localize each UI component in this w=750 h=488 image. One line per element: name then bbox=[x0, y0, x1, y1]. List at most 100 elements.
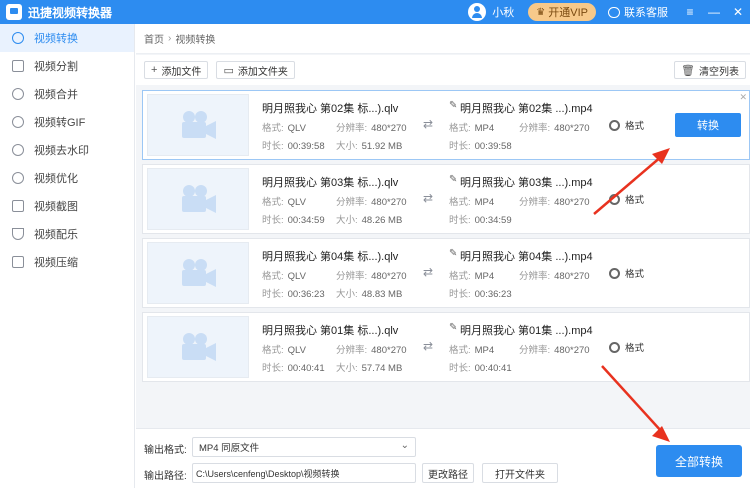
edit-name-icon[interactable]: ✎ bbox=[449, 322, 457, 333]
menu-icon[interactable]: ≡ bbox=[678, 0, 702, 24]
video-camera-icon bbox=[180, 332, 218, 364]
shuffle-icon: ⇄ bbox=[423, 339, 434, 353]
sidebar-item-label: 视频分割 bbox=[34, 61, 78, 73]
format-settings-button[interactable]: 格式 bbox=[609, 266, 644, 280]
shuffle-icon: ⇄ bbox=[423, 191, 434, 205]
video-thumbnail bbox=[147, 94, 249, 156]
source-file-name: 明月照我心 第03集 标...).qlv bbox=[262, 177, 399, 189]
output-format-label: 输出格式: bbox=[144, 445, 187, 456]
output-format-select[interactable]: MP4 同原文件 ⌄ bbox=[192, 437, 416, 457]
support-label: 联系客服 bbox=[624, 7, 668, 19]
output-path-field[interactable]: C:\Users\cenfeng\Desktop\视频转换 bbox=[192, 463, 416, 483]
vip-label: 开通VIP bbox=[548, 7, 588, 19]
video-thumbnail bbox=[147, 316, 249, 378]
file-row[interactable]: 明月照我心 第04集 标...).qlv 格式: QLV 分辨率: 480*270 时长:… bbox=[142, 238, 750, 308]
video-thumbnail bbox=[147, 168, 249, 230]
username[interactable]: 小秋 bbox=[492, 4, 514, 20]
source-duration: 时长: 00:39:58 bbox=[262, 141, 325, 152]
clear-list-label: 清空列表 bbox=[699, 66, 739, 78]
output-file-name: 明月照我心 第02集 ...).mp4 bbox=[460, 103, 593, 115]
breadcrumb-separator: › bbox=[168, 33, 172, 44]
add-folder-button[interactable]: ▭ 添加文件夹 bbox=[216, 61, 295, 79]
source-size: 大小: 57.74 MB bbox=[336, 363, 403, 374]
remove-row-icon[interactable]: ✕ bbox=[739, 92, 747, 103]
gif-icon bbox=[12, 116, 24, 128]
sidebar-item-video-music[interactable]: 视频配乐 bbox=[0, 220, 134, 248]
merge-icon bbox=[12, 88, 24, 100]
source-resolution: 分辨率: 480*270 bbox=[336, 271, 407, 282]
gear-icon bbox=[609, 341, 620, 353]
music-icon bbox=[12, 228, 24, 240]
gear-icon bbox=[609, 193, 620, 205]
plus-icon: + bbox=[151, 64, 158, 76]
file-row[interactable]: 明月照我心 第03集 标...).qlv 格式: QLV 分辨率: 480*270 时长:… bbox=[142, 164, 750, 234]
source-resolution: 分辨率: 480*270 bbox=[336, 345, 407, 356]
source-file-name: 明月照我心 第01集 标...).qlv bbox=[262, 325, 399, 337]
output-file-name: 明月照我心 第01集 ...).mp4 bbox=[460, 325, 593, 337]
vip-button[interactable]: ♛ 开通VIP bbox=[528, 3, 596, 21]
sidebar-item-video-screenshot[interactable]: 视频截图 bbox=[0, 192, 134, 220]
sidebar-item-label: 视频转GIF bbox=[34, 117, 86, 129]
convert-all-button[interactable]: 全部转换 bbox=[656, 445, 742, 477]
watermark-icon bbox=[12, 144, 24, 156]
sidebar-item-video-gif[interactable]: 视频转GIF bbox=[0, 108, 134, 136]
sidebar-item-label: 视频转换 bbox=[34, 33, 78, 45]
breadcrumb: 首页 › 视频转换 bbox=[136, 24, 750, 54]
change-path-button[interactable]: 更改路径 bbox=[422, 463, 474, 483]
sidebar-item-video-optimize[interactable]: 视频优化 bbox=[0, 164, 134, 192]
sidebar-item-video-compress[interactable]: 视频压缩 bbox=[0, 248, 134, 276]
format-settings-button[interactable]: 格式 bbox=[609, 118, 644, 132]
edit-name-icon[interactable]: ✎ bbox=[449, 100, 457, 111]
output-panel: 输出格式: MP4 同原文件 ⌄ 输出路径: C:\Users\cenfeng\… bbox=[136, 428, 750, 488]
folder-icon: ▭ bbox=[223, 64, 234, 77]
output-duration: 时长: 00:36:23 bbox=[449, 289, 512, 300]
convert-icon bbox=[12, 32, 24, 44]
clear-list-button[interactable]: 🗑 清空列表 bbox=[674, 61, 746, 79]
video-camera-icon bbox=[180, 258, 218, 290]
output-resolution: 分辨率: 480*270 bbox=[519, 197, 590, 208]
format-settings-button[interactable]: 格式 bbox=[609, 192, 644, 206]
edit-name-icon[interactable]: ✎ bbox=[449, 248, 457, 259]
format-settings-button[interactable]: 格式 bbox=[609, 340, 644, 354]
breadcrumb-home[interactable]: 首页 bbox=[144, 31, 164, 46]
trash-icon: 🗑 bbox=[681, 64, 695, 77]
shuffle-icon: ⇄ bbox=[423, 117, 434, 131]
split-icon bbox=[12, 60, 24, 72]
source-duration: 时长: 00:36:23 bbox=[262, 289, 325, 300]
sidebar-item-video-split[interactable]: 视频分割 bbox=[0, 52, 134, 80]
convert-button[interactable]: 转换 bbox=[675, 113, 741, 137]
minimize-icon[interactable]: — bbox=[702, 0, 726, 24]
open-folder-button[interactable]: 打开文件夹 bbox=[482, 463, 558, 483]
add-folder-label: 添加文件夹 bbox=[237, 66, 288, 78]
sidebar-item-video-merge[interactable]: 视频合并 bbox=[0, 80, 134, 108]
source-file-name: 明月照我心 第02集 标...).qlv bbox=[262, 103, 399, 115]
close-icon[interactable]: ✕ bbox=[726, 0, 750, 24]
source-size: 大小: 51.92 MB bbox=[336, 141, 403, 152]
add-file-button[interactable]: + 添加文件 bbox=[144, 61, 209, 79]
source-format: 格式: QLV bbox=[262, 197, 306, 208]
source-format: 格式: QLV bbox=[262, 345, 306, 356]
output-resolution: 分辨率: 480*270 bbox=[519, 123, 590, 134]
source-format: 格式: QLV bbox=[262, 271, 306, 282]
toolbar: + 添加文件 ▭ 添加文件夹 🗑 清空列表 bbox=[136, 55, 750, 85]
source-duration: 时长: 00:34:59 bbox=[262, 215, 325, 226]
file-row[interactable]: 明月照我心 第02集 标...).qlv 格式: QLV 分辨率: 480*270 时长:… bbox=[142, 90, 750, 160]
optimize-icon bbox=[12, 172, 24, 184]
output-duration: 时长: 00:39:58 bbox=[449, 141, 512, 152]
title-bar: 迅捷视频转换器 小秋 ♛ 开通VIP 联系客服 ≡ — ✕ bbox=[0, 0, 750, 24]
edit-name-icon[interactable]: ✎ bbox=[449, 174, 457, 185]
file-row[interactable]: 明月照我心 第01集 标...).qlv 格式: QLV 分辨率: 480*270 时长:… bbox=[142, 312, 750, 382]
source-format: 格式: QLV bbox=[262, 123, 306, 134]
source-resolution: 分辨率: 480*270 bbox=[336, 197, 407, 208]
user-avatar-icon[interactable] bbox=[468, 3, 487, 21]
sidebar: 视频转换 视频分割 视频合并 视频转GIF 视频去水印 视频优化 视频截图 视频… bbox=[0, 24, 135, 488]
sidebar-item-remove-watermark[interactable]: 视频去水印 bbox=[0, 136, 134, 164]
app-title: 迅捷视频转换器 bbox=[28, 5, 113, 20]
source-resolution: 分辨率: 480*270 bbox=[336, 123, 407, 134]
gear-icon bbox=[609, 267, 620, 279]
video-camera-icon bbox=[180, 184, 218, 216]
sidebar-item-video-convert[interactable]: 视频转换 bbox=[0, 24, 134, 52]
output-format: 格式: MP4 bbox=[449, 271, 495, 282]
output-duration: 时长: 00:40:41 bbox=[449, 363, 512, 374]
support-link[interactable]: 联系客服 bbox=[608, 4, 668, 20]
